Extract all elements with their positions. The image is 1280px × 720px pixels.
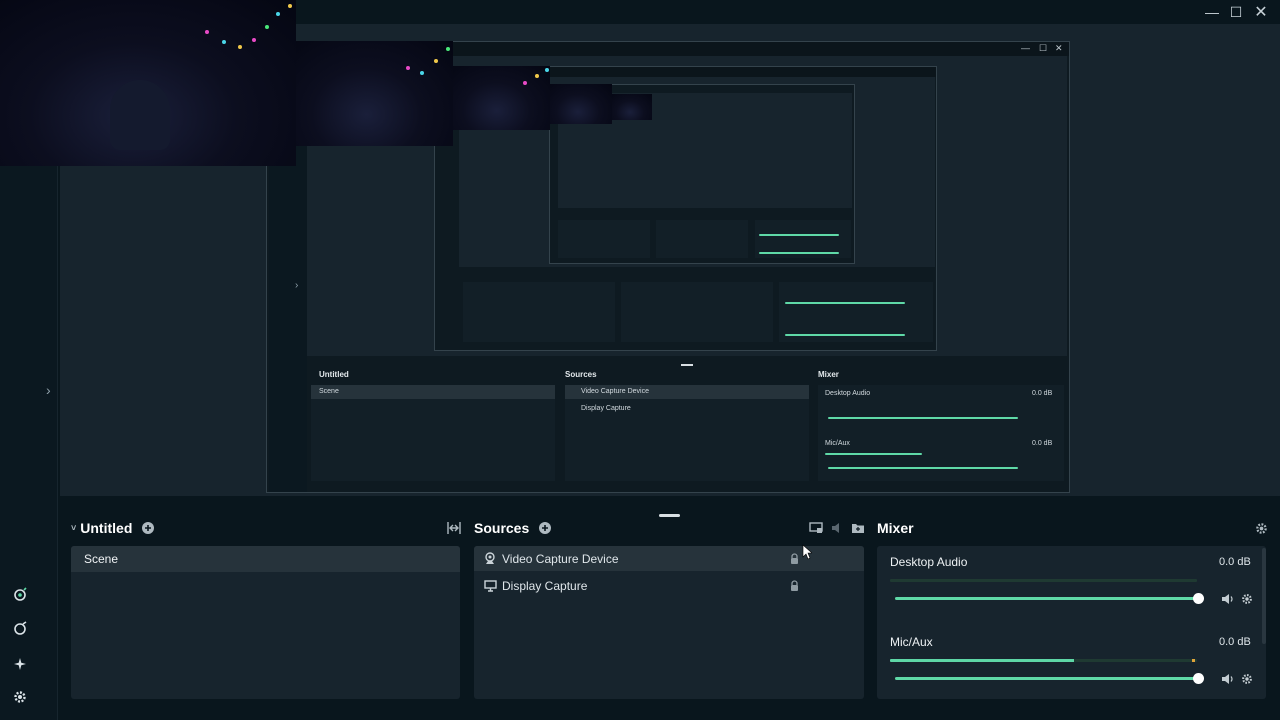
nested-scene-item: Scene [319, 388, 339, 395]
nested-scenes-panel: Scene [311, 385, 555, 481]
mixer-settings-icon[interactable] [1253, 520, 1269, 536]
nested-desktop-audio: Desktop Audio [825, 390, 871, 397]
close-button[interactable]: ✕ [1251, 3, 1271, 21]
gear-icon[interactable] [1240, 592, 1254, 606]
source-item-label: Video Capture Device [502, 551, 619, 566]
webcam-feed-nested-1 [296, 41, 453, 146]
nested-sources-title: Sources [565, 370, 597, 379]
streamlabs-app: — ☐ ✕ › — ☐ ✕ › Untitled Sources Mixer S… [0, 0, 1280, 720]
source-folder-icon[interactable] [850, 520, 866, 536]
nested-source-1: Video Capture Device [581, 388, 649, 395]
sources-title: Sources [474, 520, 530, 536]
scenes-header: ˅ Untitled [71, 518, 132, 538]
scenes-panel: Scene [71, 546, 460, 699]
webcam-icon [482, 551, 498, 567]
scenes-title: Untitled [80, 520, 133, 536]
mixer-title: Mixer [877, 520, 914, 536]
collapse-chevron-icon[interactable]: ˅ [71, 523, 76, 533]
audio-level-meter [890, 659, 1197, 662]
scene-item[interactable]: Scene [71, 546, 460, 572]
nested-slider-2 [828, 467, 1018, 469]
volume-slider[interactable] [895, 597, 1197, 600]
volume-slider-thumb[interactable] [1193, 673, 1204, 684]
sources-panel: Video Capture Device Display Capture [474, 546, 864, 699]
apps-icon[interactable] [9, 618, 31, 640]
gear-icon[interactable] [1240, 672, 1254, 686]
settings-icon[interactable] [9, 686, 31, 708]
add-source-icon[interactable] [537, 520, 553, 536]
mixer-channel-name: Mic/Aux [890, 635, 933, 649]
mixer-header: Mixer [877, 518, 914, 538]
lock-icon[interactable] [788, 552, 800, 566]
nested-source-2: Display Capture [581, 405, 631, 412]
nested-arrow-icon: › [295, 280, 299, 291]
audio-level-meter [890, 579, 1197, 582]
mixer-channel-name: Desktop Audio [890, 555, 968, 569]
nested-sources-panel: Video Capture Device Display Capture [565, 385, 809, 481]
lock-icon[interactable] [788, 579, 800, 593]
nested-sources-panel-2 [621, 282, 773, 342]
nested-mic-aux: Mic/Aux [825, 440, 850, 447]
source-screen-icon[interactable] [808, 520, 824, 536]
nested-slider-1 [828, 417, 1018, 419]
nested-mixer-panel: Desktop Audio 0.0 dB Mic/Aux 0.0 dB [818, 385, 1064, 481]
scene-item-label: Scene [84, 552, 119, 566]
volume-slider-thumb[interactable] [1193, 593, 1204, 604]
add-scene-collection-icon[interactable] [140, 520, 156, 536]
source-item-display-capture[interactable]: Display Capture [474, 573, 864, 598]
nested-meter-2 [825, 453, 922, 455]
nested-db-2: 0.0 dB [1032, 440, 1053, 447]
webcam-feed-nested-2 [453, 66, 550, 130]
nested-scenes-panel-2 [463, 282, 615, 342]
nested-scenes-title: Untitled [319, 370, 349, 379]
minimize-button[interactable]: — [1202, 3, 1222, 21]
nested-mixer-panel-2 [779, 282, 933, 342]
dock-resize-handle[interactable] [659, 514, 680, 517]
webcam-feed-nested-3 [550, 84, 612, 124]
nested-dock-handle [681, 364, 693, 366]
nested-mixer-title: Mixer [818, 370, 839, 379]
sources-header: Sources [474, 518, 529, 538]
source-audio-icon[interactable] [829, 520, 845, 536]
webcam-feed [0, 0, 296, 166]
mixer-panel: Desktop Audio 0.0 dB Mic/Aux 0.0 dB [877, 546, 1266, 699]
scene-transitions-icon[interactable] [446, 520, 462, 536]
mouse-cursor-icon [802, 544, 812, 560]
speaker-icon[interactable] [1220, 592, 1234, 606]
maximize-button[interactable]: ☐ [1226, 3, 1246, 21]
sparkle-icon[interactable] [9, 653, 31, 675]
mixer-channel-db: 0.0 dB [1219, 636, 1251, 648]
expand-arrow-icon[interactable]: › [46, 382, 51, 398]
webcam-feed-nested-4 [612, 94, 652, 120]
nested-db-1: 0.0 dB [1032, 390, 1053, 397]
volume-slider[interactable] [895, 677, 1197, 680]
source-item-label: Display Capture [502, 578, 588, 593]
mixer-channel-db: 0.0 dB [1219, 556, 1251, 568]
speaker-icon[interactable] [1220, 672, 1234, 686]
monitor-icon [482, 578, 498, 594]
mixer-scrollbar[interactable] [1262, 548, 1266, 644]
themes-icon[interactable] [9, 584, 31, 606]
